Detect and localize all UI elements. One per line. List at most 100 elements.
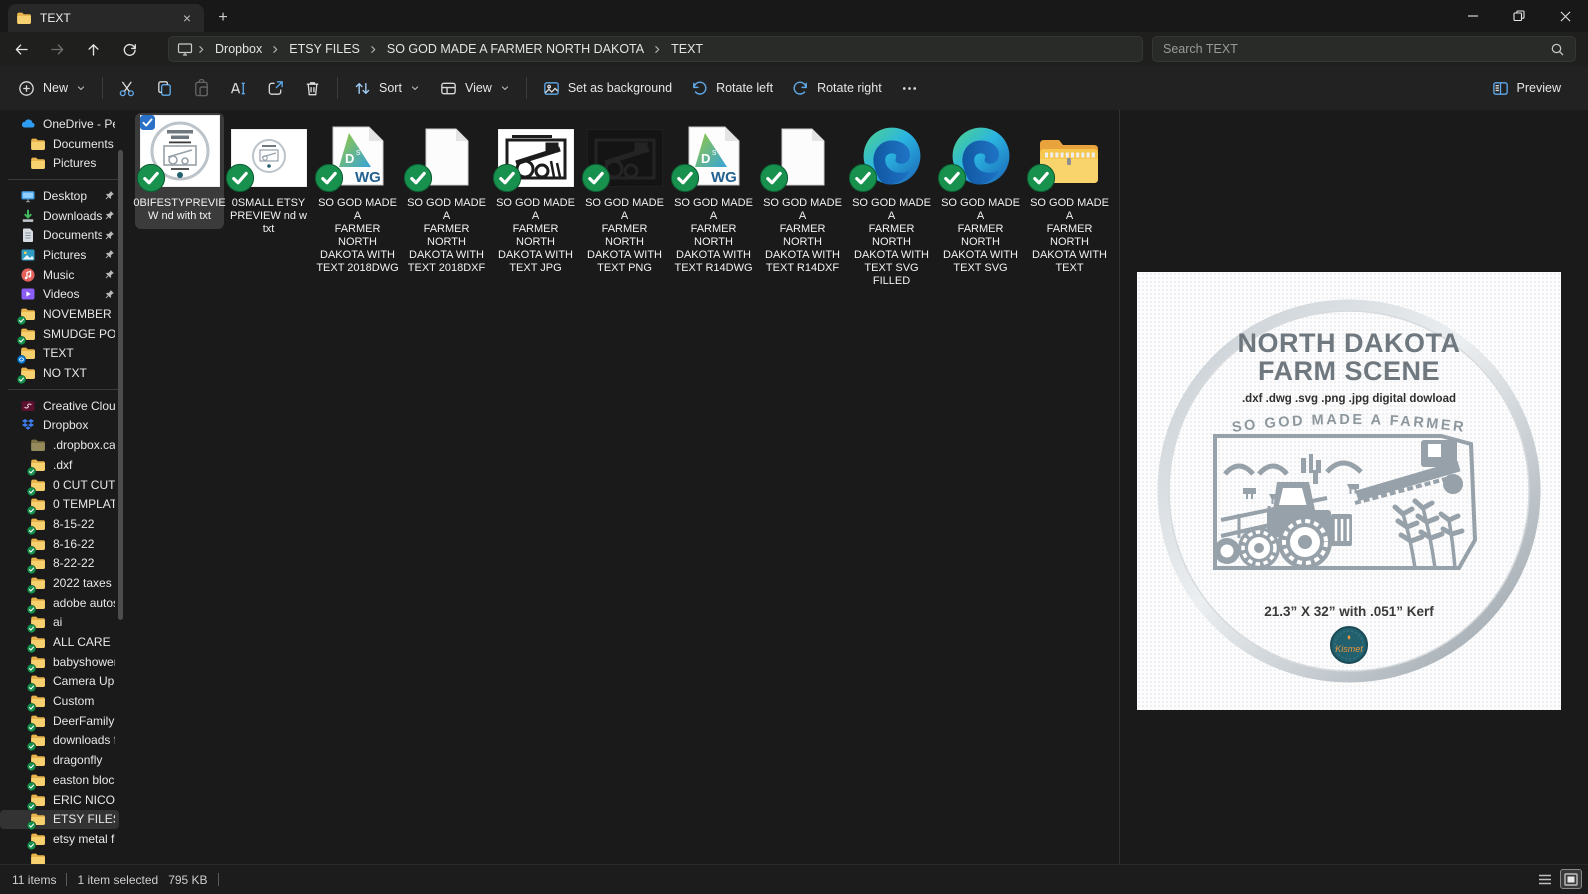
- sidebar-item-label: adobe autosave: [53, 595, 115, 610]
- sidebar-item-music[interactable]: Music: [0, 265, 127, 285]
- breadcrumb-etsy-files[interactable]: ETSY FILES: [282, 39, 367, 59]
- file-item-so-god-made-a-farmer-north-dakota-with-t[interactable]: SO GOD MADE A FARMER NORTH DAKOTA WITH T…: [1025, 113, 1114, 281]
- file-item-so-god-made-a-farmer-north-dakota-with-t[interactable]: SO GOD MADE A FARMER NORTH DAKOTA WITH T…: [580, 113, 669, 281]
- preview-toggle-button[interactable]: Preview: [1482, 72, 1570, 104]
- breadcrumb-chevron-icon[interactable]: [269, 43, 282, 56]
- toolbar-sort-button[interactable]: Sort: [344, 72, 430, 104]
- search-input[interactable]: [1163, 42, 1550, 56]
- sidebar-scrollbar[interactable]: [118, 150, 123, 620]
- sidebar-item-label: NOVEMBER 23: [43, 307, 115, 322]
- sidebar-item-all-care[interactable]: ALL CARE: [0, 632, 127, 654]
- new-tab-button[interactable]: +: [212, 7, 234, 29]
- sidebar-item-2022-taxes[interactable]: 2022 taxes: [0, 573, 127, 594]
- file-item-so-god-made-a-farmer-north-dakota-with-t[interactable]: SO GOD MADE A FARMER NORTH DAKOTA WITH T…: [847, 113, 936, 294]
- sidebar-item-8-15-22[interactable]: 8-15-22: [0, 514, 127, 535]
- sidebar-item-videos[interactable]: Videos: [0, 285, 127, 305]
- sidebar-item-dragonfly[interactable]: dragonfly: [0, 750, 127, 772]
- thumbnail-view-button[interactable]: [1560, 869, 1582, 889]
- close-button[interactable]: [1542, 0, 1588, 32]
- items-count: 11 items: [12, 872, 57, 887]
- sidebar-item-deerfamilymou[interactable]: DeerFamilyMou: [0, 711, 127, 732]
- tab-title: TEXT: [40, 11, 71, 25]
- sidebar-item-onedrive-perso[interactable]: OneDrive - Perso: [0, 114, 127, 134]
- sidebar-item-0-cut-cut-cut[interactable]: 0 CUT CUT CUT: [0, 475, 127, 496]
- toolbar-new-button[interactable]: New: [8, 72, 96, 104]
- sidebar-item-desktop[interactable]: Desktop: [0, 186, 127, 206]
- file-item-0small-etsy-preview-nd-w-txt[interactable]: 0SMALL ETSY PREVIEW nd w txt: [224, 113, 313, 242]
- toolbar-rename-button[interactable]: [220, 72, 257, 104]
- minimize-button[interactable]: [1450, 0, 1496, 32]
- file-item-so-god-made-a-farmer-north-dakota-with-t[interactable]: SO GOD MADE A FARMER NORTH DAKOTA WITH T…: [936, 113, 1025, 281]
- sidebar-item-downloads-from[interactable]: downloads from: [0, 731, 127, 752]
- sidebar-item-documents[interactable]: Documents: [0, 225, 127, 245]
- toolbar-delete-button[interactable]: [294, 72, 331, 104]
- list-view-button[interactable]: [1534, 869, 1556, 889]
- toolbar-rotate-right-button[interactable]: Rotate right: [782, 72, 891, 104]
- sidebar-item-november-23[interactable]: NOVEMBER 23: [0, 304, 127, 326]
- sidebar-item-label: Documents: [53, 136, 114, 151]
- sidebar-item-pictures[interactable]: Pictures: [0, 245, 127, 265]
- toolbar-view-button[interactable]: View: [430, 72, 520, 104]
- sidebar-item-ai[interactable]: ai: [0, 613, 127, 634]
- address-bar[interactable]: Dropbox ETSY FILES SO GOD MADE A FARMER NO…: [168, 36, 1143, 62]
- breadcrumb-chevron-icon[interactable]: [367, 43, 380, 56]
- toolbar-rotate-left-button[interactable]: Rotate left: [681, 72, 782, 104]
- sidebar-item-0-templates[interactable]: 0 TEMPLATES: [0, 494, 127, 516]
- sidebar-item-smudge-pot-pai[interactable]: SMUDGE POT PAI: [0, 324, 127, 345]
- toolbar-more-options-button[interactable]: [891, 72, 928, 104]
- folder-icon: [27, 811, 46, 831]
- sidebar-item-babyshower[interactable]: babyshower: [0, 652, 127, 673]
- tab-close-icon[interactable]: ×: [178, 9, 196, 27]
- file-item-so-god-made-a-farmer-north-dakota-with-t[interactable]: SO GOD MADE A FARMER NORTH DAKOTA WITH T…: [758, 113, 847, 281]
- sidebar-item-creative-cloud-fi[interactable]: Creative Cloud Fi: [0, 396, 127, 416]
- up-button[interactable]: [78, 35, 108, 63]
- refresh-button[interactable]: [114, 35, 144, 63]
- file-item-so-god-made-a-farmer-north-dakota-with-t[interactable]: Ds WG SO GOD MADE A FARMER NORTH DAKOTA WI…: [669, 113, 758, 281]
- folder-icon: [27, 772, 46, 791]
- sidebar-item-no-txt[interactable]: NO TXT: [0, 363, 127, 385]
- sidebar-item-easton-block[interactable]: easton block: [0, 770, 127, 791]
- toolbar-set-as-background-button[interactable]: Set as background: [533, 72, 681, 104]
- zip-folder-icon: [1026, 115, 1112, 193]
- sidebar-item-dropbox[interactable]: Dropbox: [0, 416, 127, 436]
- image-thumbnail-icon: [136, 115, 222, 193]
- back-button[interactable]: [6, 35, 36, 63]
- file-item-so-god-made-a-farmer-north-dakota-with-t[interactable]: SO GOD MADE A FARMER NORTH DAKOTA WITH T…: [402, 113, 491, 281]
- breadcrumb-chevron-icon[interactable]: [651, 43, 664, 56]
- file-name-label: SO GOD MADE A FARMER NORTH DAKOTA WITH T…: [763, 197, 842, 274]
- toolbar-paste-button[interactable]: [183, 72, 220, 104]
- file-item-0bifestypreview-nd-with-txt[interactable]: 0BIFESTYPREVIE W nd with txt: [133, 113, 226, 229]
- sidebar-item-item[interactable]: [0, 849, 127, 864]
- file-item-so-god-made-a-farmer-north-dakota-with-t[interactable]: Ds WG SO GOD MADE A FARMER NORTH DAKOTA WI…: [313, 113, 402, 281]
- breadcrumb-chevron-icon[interactable]: [195, 43, 208, 56]
- toolbar-divider: [525, 77, 527, 99]
- forward-button[interactable]: [42, 35, 72, 63]
- item-checkbox[interactable]: [139, 115, 155, 130]
- edge-svg-file-icon: [848, 115, 934, 193]
- sidebar-item-etsy-metal-fab[interactable]: etsy metal fab: [0, 829, 127, 850]
- search-box[interactable]: [1152, 36, 1576, 62]
- sidebar-item-documents[interactable]: Documents: [0, 134, 127, 154]
- file-item-so-god-made-a-farmer-north-dakota-with-t[interactable]: SO GOD MADE A FARMER NORTH DAKOTA WITH T…: [491, 113, 580, 281]
- sidebar-item-pictures[interactable]: Pictures: [0, 153, 127, 173]
- breadcrumb-so-god-made-a-farmer-north-dakota[interactable]: SO GOD MADE A FARMER NORTH DAKOTA: [380, 39, 651, 59]
- breadcrumb-dropbox[interactable]: Dropbox: [208, 39, 269, 59]
- sidebar-item-camera-upload[interactable]: Camera Upload:: [0, 672, 127, 693]
- maximize-restore-button[interactable]: [1496, 0, 1542, 32]
- sidebar-item-dxf[interactable]: .dxf: [0, 455, 127, 476]
- sidebar-item-adobe-autosave[interactable]: adobe autosave: [0, 593, 127, 614]
- sidebar-item-8-22-22[interactable]: 8-22-22: [0, 553, 127, 575]
- sidebar-item-8-16-22[interactable]: 8-16-22: [0, 534, 127, 555]
- toolbar-cut-button[interactable]: [109, 72, 146, 104]
- dwg-file-icon: Ds WG: [314, 115, 400, 193]
- sidebar-item-downloads[interactable]: Downloads: [0, 206, 127, 226]
- toolbar-copy-button[interactable]: [146, 72, 183, 104]
- sidebar-item-eric-nicole-ni[interactable]: ERIC NICOLE NI: [0, 790, 127, 811]
- sidebar-item-text[interactable]: TEXT: [0, 344, 127, 365]
- breadcrumb-text[interactable]: TEXT: [664, 39, 710, 59]
- sidebar-item-etsy-files[interactable]: ETSY FILES: [0, 809, 127, 831]
- sidebar-item-dropbox-cache[interactable]: .dropbox.cache: [0, 435, 127, 455]
- toolbar-share-button[interactable]: [257, 72, 294, 104]
- explorer-tab[interactable]: TEXT ×: [8, 4, 204, 32]
- sidebar-item-custom[interactable]: Custom: [0, 691, 127, 713]
